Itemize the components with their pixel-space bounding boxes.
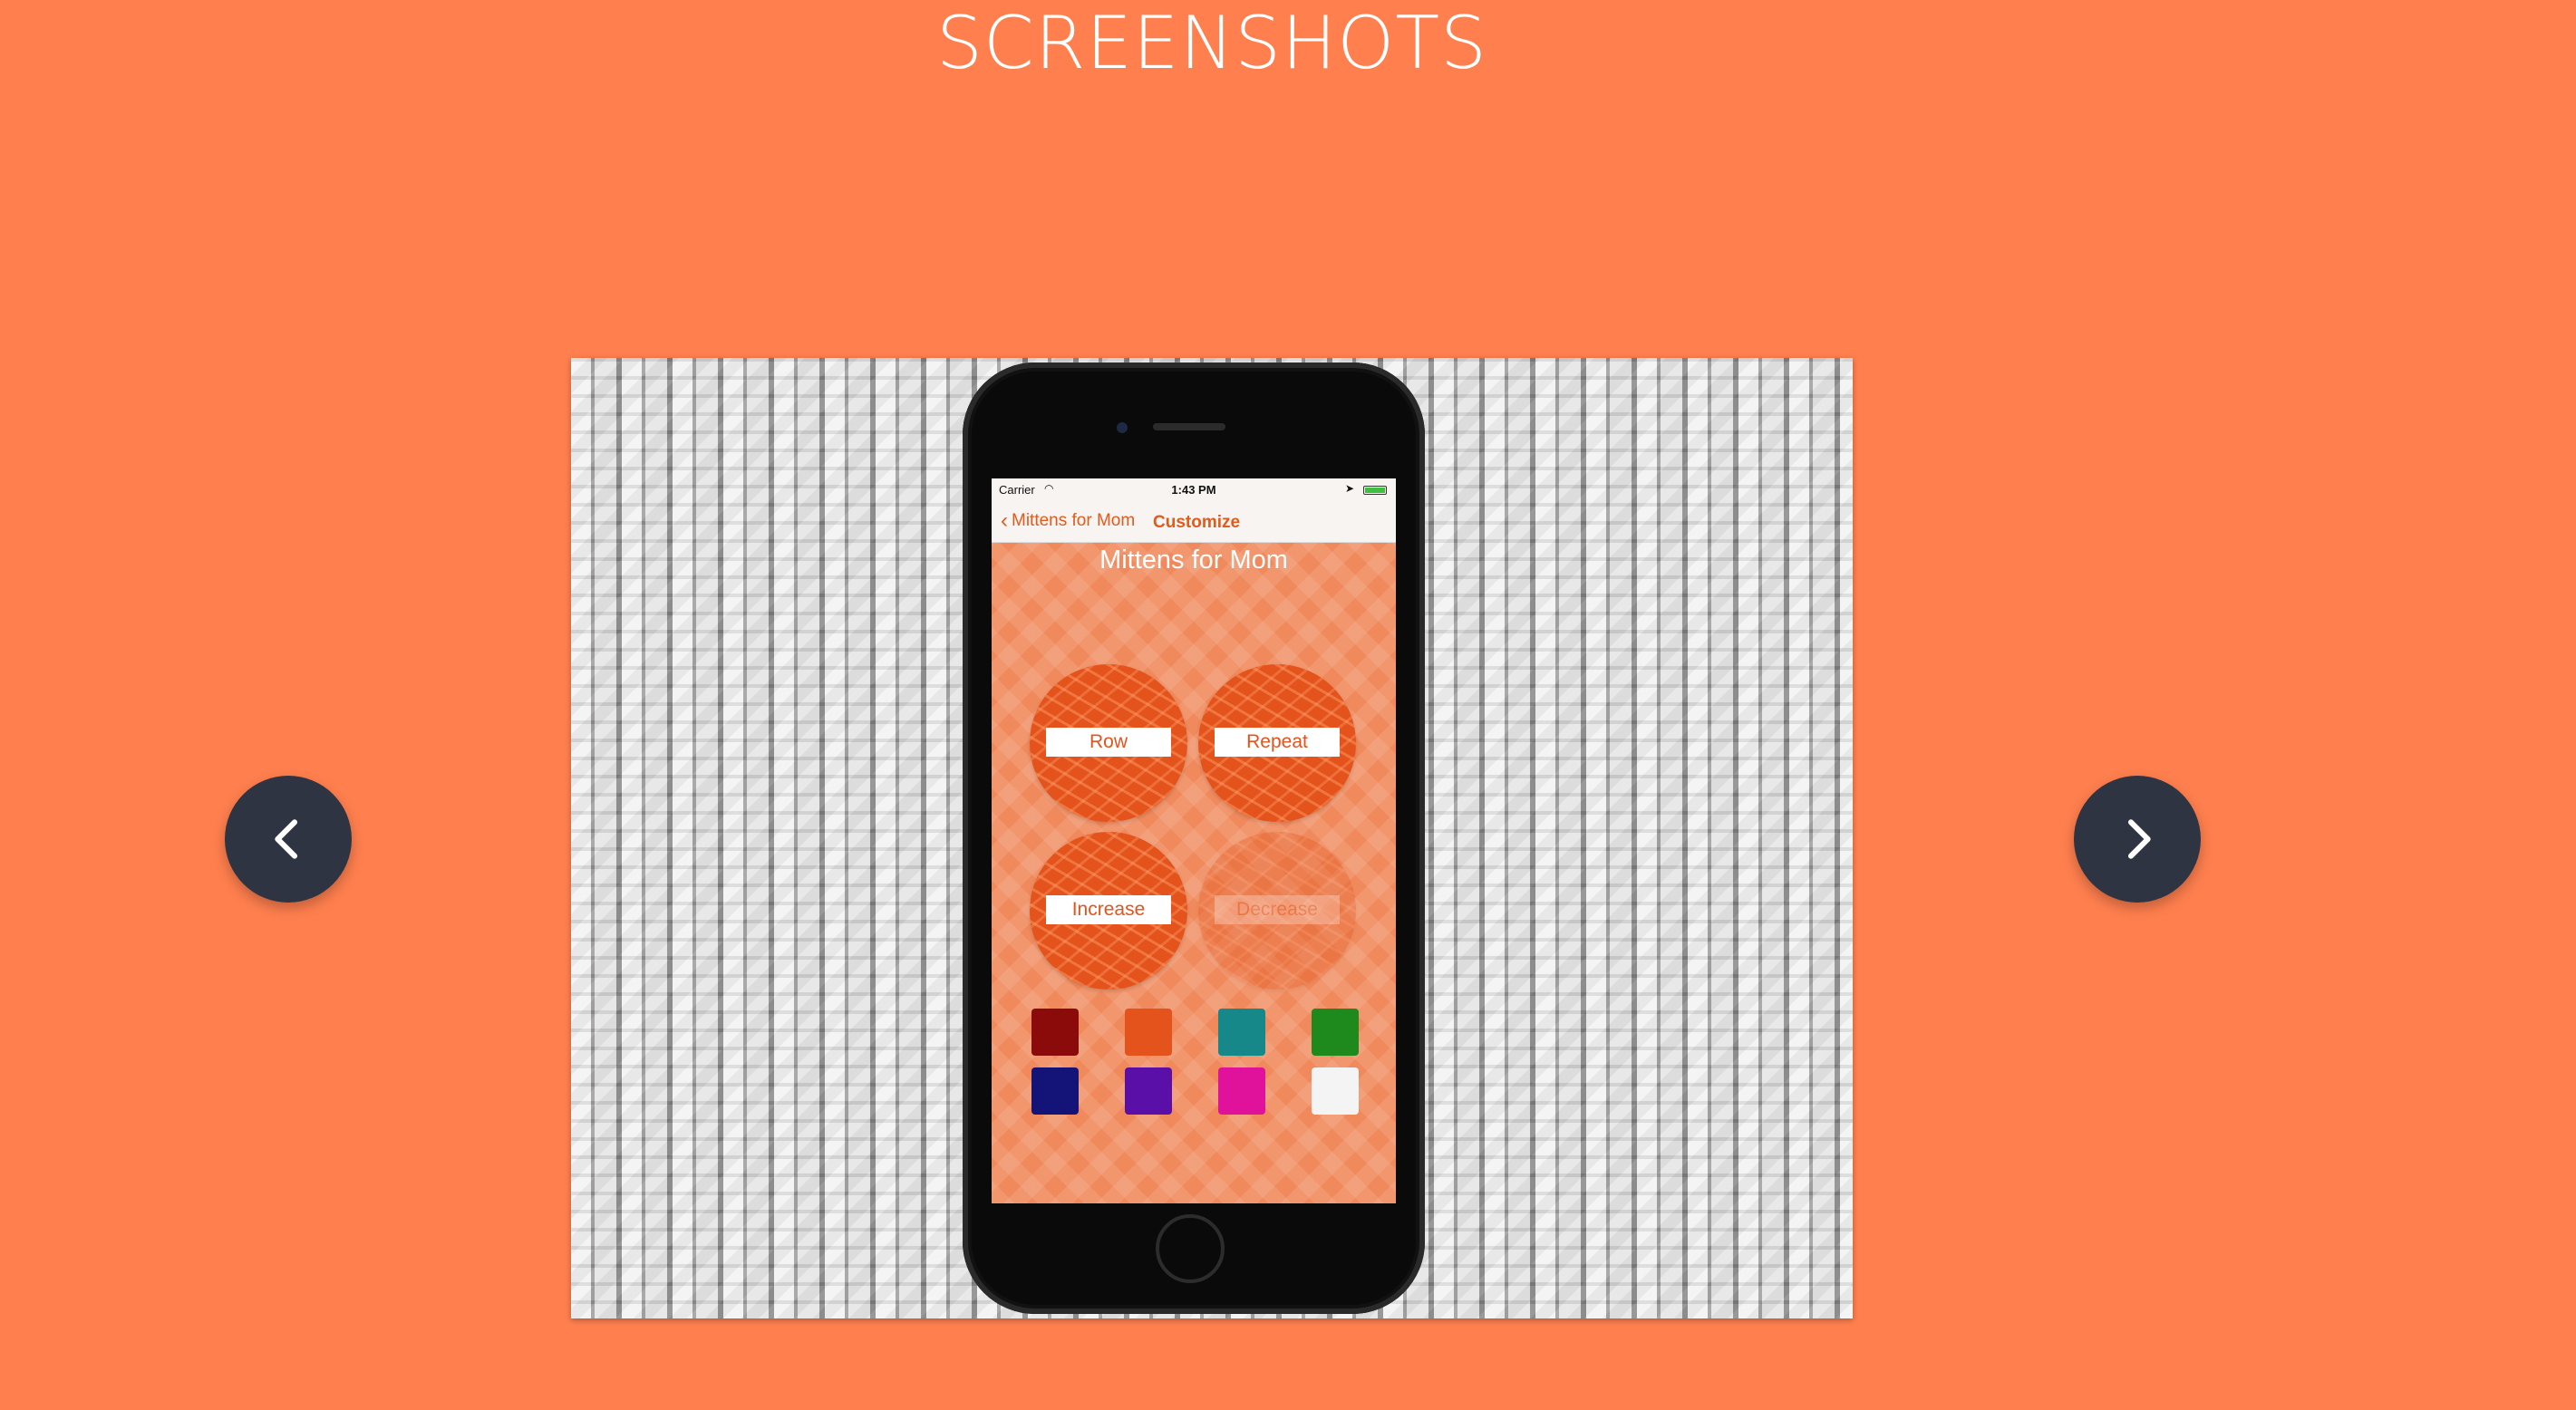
chevron-left-icon [275,819,298,859]
back-label: Mittens for Mom [1012,511,1136,530]
decrease-label: Decrease [1215,895,1340,924]
phone-speaker [1153,423,1225,430]
row-counter-button[interactable]: Row [1030,664,1187,822]
project-title: Mittens for Mom [1099,546,1288,575]
repeat-label: Repeat [1215,728,1340,757]
chevron-back-icon: ‹ [1001,508,1008,533]
screenshots-section: SCREENSHOTS Carrier ◠ 1:43 PM ➤ ‹ Mitten… [0,0,2576,1410]
status-bar: Carrier ◠ 1:43 PM ➤ [992,478,1396,502]
color-swatch[interactable] [1312,1009,1359,1056]
carousel-prev-button[interactable] [225,776,352,903]
section-title: SCREENSHOTS [936,1,1487,85]
phone-camera [1117,422,1128,433]
color-swatch[interactable] [1125,1009,1172,1056]
color-swatch[interactable] [1031,1009,1079,1056]
home-button [1156,1214,1225,1283]
carousel-slide-image: Carrier ◠ 1:43 PM ➤ ‹ Mittens for Mom Cu… [571,358,1853,1318]
color-swatch[interactable] [1218,1009,1265,1056]
row-label: Row [1046,728,1171,757]
color-swatch[interactable] [1312,1067,1359,1115]
app-screen: Carrier ◠ 1:43 PM ➤ ‹ Mittens for Mom Cu… [992,478,1396,1203]
status-time: 1:43 PM [1171,483,1216,497]
location-icon: ➤ [1344,482,1354,495]
increase-label: Increase [1046,895,1171,924]
decrease-button[interactable]: Decrease [1198,832,1356,990]
repeat-counter-button[interactable]: Repeat [1198,664,1356,822]
color-swatch[interactable] [1031,1067,1079,1115]
phone-mockup: Carrier ◠ 1:43 PM ➤ ‹ Mittens for Mom Cu… [963,362,1425,1314]
color-swatch[interactable] [1218,1067,1265,1115]
back-button[interactable]: ‹ Mittens for Mom [1001,508,1136,533]
carousel-next-button[interactable] [2074,776,2201,903]
app-nav-bar: ‹ Mittens for Mom Customize [992,502,1396,543]
color-swatch[interactable] [1125,1067,1172,1115]
battery-icon [1363,486,1387,495]
chevron-right-icon [2127,819,2151,859]
increase-button[interactable]: Increase [1030,832,1187,990]
nav-title: Customize [1153,513,1241,532]
